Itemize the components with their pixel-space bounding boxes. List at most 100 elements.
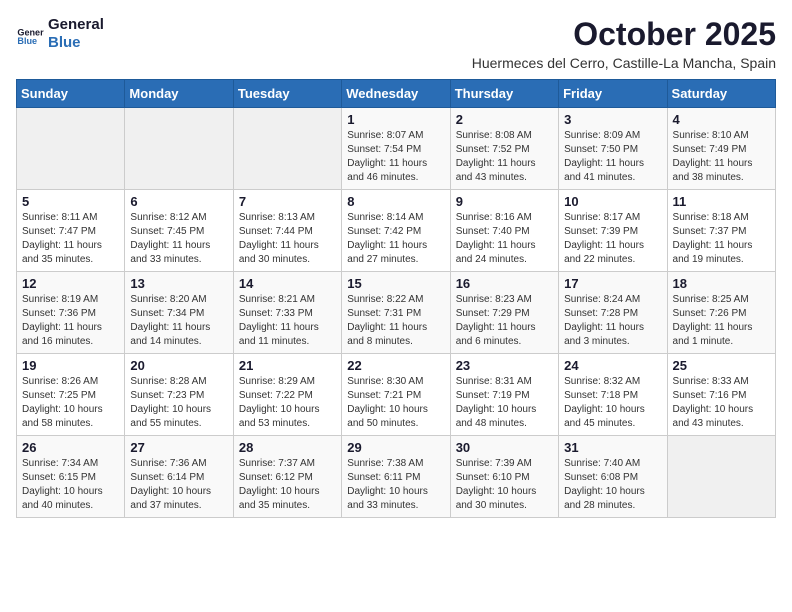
day-info: Sunrise: 8:26 AM Sunset: 7:25 PM Dayligh… xyxy=(22,375,119,431)
calendar-cell: 10 Sunrise: 8:17 AM Sunset: 7:39 PM Dayli… xyxy=(559,190,667,272)
calendar-cell xyxy=(125,108,233,190)
calendar-cell: 16Sunrise: 8:23 AM Sunset: 7:29 PM Dayli… xyxy=(450,272,558,354)
day-info: Sunrise: 7:37 AM Sunset: 6:12 PM Dayligh… xyxy=(239,457,336,513)
day-number: 3 xyxy=(564,112,661,127)
day-info: Sunrise: 8:16 AM Sunset: 7:40 PM Dayligh… xyxy=(456,211,553,267)
day-info: Sunrise: 8:10 AM Sunset: 7:49 PM Dayligh… xyxy=(673,129,770,185)
day-info: Sunrise: 8:18 AM Sunset: 7:37 PM Dayligh… xyxy=(673,211,770,267)
calendar-body: 1 Sunrise: 8:07 AM Sunset: 7:54 PM Daylig… xyxy=(17,108,776,518)
day-info: Sunrise: 8:09 AM Sunset: 7:50 PM Dayligh… xyxy=(564,129,661,185)
calendar-cell: 23 Sunrise: 8:31 AM Sunset: 7:19 PM Dayli… xyxy=(450,354,558,436)
day-info: Sunrise: 8:11 AM Sunset: 7:47 PM Dayligh… xyxy=(22,211,119,267)
day-info: Sunrise: 8:31 AM Sunset: 7:19 PM Dayligh… xyxy=(456,375,553,431)
day-info: Sunrise: 8:12 AM Sunset: 7:45 PM Dayligh… xyxy=(130,211,227,267)
calendar-cell: 3 Sunrise: 8:09 AM Sunset: 7:50 PM Daylig… xyxy=(559,108,667,190)
weekday-header-tuesday: Tuesday xyxy=(233,80,341,108)
weekday-header-monday: Monday xyxy=(125,80,233,108)
calendar-cell: 7 Sunrise: 8:13 AM Sunset: 7:44 PM Daylig… xyxy=(233,190,341,272)
day-info: Sunrise: 8:24 AM Sunset: 7:28 PM Dayligh… xyxy=(564,293,661,349)
title-block: October 2025 Huermeces del Cerro, Castil… xyxy=(472,16,776,71)
day-number: 28 xyxy=(239,440,336,455)
day-number: 15 xyxy=(347,276,444,291)
day-number: 5 xyxy=(22,194,119,209)
day-number: 24 xyxy=(564,358,661,373)
day-number: 21 xyxy=(239,358,336,373)
calendar-cell xyxy=(667,436,775,518)
day-number: 11 xyxy=(673,194,770,209)
weekday-header-friday: Friday xyxy=(559,80,667,108)
day-number: 26 xyxy=(22,440,119,455)
day-info: Sunrise: 8:21 AM Sunset: 7:33 PM Dayligh… xyxy=(239,293,336,349)
week-row-3: 19 Sunrise: 8:26 AM Sunset: 7:25 PM Dayli… xyxy=(17,354,776,436)
logo-general: General xyxy=(48,16,104,34)
day-number: 23 xyxy=(456,358,553,373)
weekday-header-thursday: Thursday xyxy=(450,80,558,108)
day-number: 13 xyxy=(130,276,227,291)
day-number: 22 xyxy=(347,358,444,373)
weekday-header-sunday: Sunday xyxy=(17,80,125,108)
week-row-0: 1 Sunrise: 8:07 AM Sunset: 7:54 PM Daylig… xyxy=(17,108,776,190)
day-info: Sunrise: 8:08 AM Sunset: 7:52 PM Dayligh… xyxy=(456,129,553,185)
week-row-1: 5 Sunrise: 8:11 AM Sunset: 7:47 PM Daylig… xyxy=(17,190,776,272)
calendar-cell xyxy=(17,108,125,190)
day-number: 4 xyxy=(673,112,770,127)
weekday-header-saturday: Saturday xyxy=(667,80,775,108)
day-info: Sunrise: 7:39 AM Sunset: 6:10 PM Dayligh… xyxy=(456,457,553,513)
day-number: 1 xyxy=(347,112,444,127)
day-info: Sunrise: 7:40 AM Sunset: 6:08 PM Dayligh… xyxy=(564,457,661,513)
svg-text:Blue: Blue xyxy=(17,36,37,46)
day-info: Sunrise: 8:20 AM Sunset: 7:34 PM Dayligh… xyxy=(130,293,227,349)
day-number: 6 xyxy=(130,194,227,209)
location-subtitle: Huermeces del Cerro, Castille-La Mancha,… xyxy=(472,55,776,71)
calendar-cell: 18 Sunrise: 8:25 AM Sunset: 7:26 PM Dayli… xyxy=(667,272,775,354)
day-number: 14 xyxy=(239,276,336,291)
page-header: General Blue General Blue October 2025 H… xyxy=(16,16,776,71)
day-number: 20 xyxy=(130,358,227,373)
logo-icon: General Blue xyxy=(16,20,44,48)
calendar-cell xyxy=(233,108,341,190)
calendar-cell: 19 Sunrise: 8:26 AM Sunset: 7:25 PM Dayli… xyxy=(17,354,125,436)
calendar-cell: 27Sunrise: 7:36 AM Sunset: 6:14 PM Dayli… xyxy=(125,436,233,518)
day-info: Sunrise: 8:32 AM Sunset: 7:18 PM Dayligh… xyxy=(564,375,661,431)
calendar-cell: 15 Sunrise: 8:22 AM Sunset: 7:31 PM Dayli… xyxy=(342,272,450,354)
calendar-cell: 8Sunrise: 8:14 AM Sunset: 7:42 PM Daylig… xyxy=(342,190,450,272)
day-info: Sunrise: 8:13 AM Sunset: 7:44 PM Dayligh… xyxy=(239,211,336,267)
weekday-header-row: SundayMondayTuesdayWednesdayThursdayFrid… xyxy=(17,80,776,108)
calendar-cell: 13 Sunrise: 8:20 AM Sunset: 7:34 PM Dayli… xyxy=(125,272,233,354)
day-info: Sunrise: 8:22 AM Sunset: 7:31 PM Dayligh… xyxy=(347,293,444,349)
day-number: 16 xyxy=(456,276,553,291)
calendar-cell: 6 Sunrise: 8:12 AM Sunset: 7:45 PM Daylig… xyxy=(125,190,233,272)
day-info: Sunrise: 8:33 AM Sunset: 7:16 PM Dayligh… xyxy=(673,375,770,431)
week-row-2: 12Sunrise: 8:19 AM Sunset: 7:36 PM Dayli… xyxy=(17,272,776,354)
day-number: 12 xyxy=(22,276,119,291)
day-number: 10 xyxy=(564,194,661,209)
calendar-cell: 12Sunrise: 8:19 AM Sunset: 7:36 PM Dayli… xyxy=(17,272,125,354)
calendar-cell: 9 Sunrise: 8:16 AM Sunset: 7:40 PM Daylig… xyxy=(450,190,558,272)
calendar-cell: 17 Sunrise: 8:24 AM Sunset: 7:28 PM Dayli… xyxy=(559,272,667,354)
week-row-4: 26 Sunrise: 7:34 AM Sunset: 6:15 PM Dayli… xyxy=(17,436,776,518)
calendar-cell: 2 Sunrise: 8:08 AM Sunset: 7:52 PM Daylig… xyxy=(450,108,558,190)
day-info: Sunrise: 8:29 AM Sunset: 7:22 PM Dayligh… xyxy=(239,375,336,431)
day-number: 9 xyxy=(456,194,553,209)
day-info: Sunrise: 8:25 AM Sunset: 7:26 PM Dayligh… xyxy=(673,293,770,349)
day-number: 25 xyxy=(673,358,770,373)
calendar-cell: 25 Sunrise: 8:33 AM Sunset: 7:16 PM Dayli… xyxy=(667,354,775,436)
calendar-cell: 4 Sunrise: 8:10 AM Sunset: 7:49 PM Daylig… xyxy=(667,108,775,190)
day-number: 31 xyxy=(564,440,661,455)
day-number: 17 xyxy=(564,276,661,291)
day-number: 19 xyxy=(22,358,119,373)
day-number: 30 xyxy=(456,440,553,455)
calendar-table: SundayMondayTuesdayWednesdayThursdayFrid… xyxy=(16,79,776,518)
calendar-cell: 30 Sunrise: 7:39 AM Sunset: 6:10 PM Dayli… xyxy=(450,436,558,518)
calendar-cell: 21 Sunrise: 8:29 AM Sunset: 7:22 PM Dayli… xyxy=(233,354,341,436)
day-info: Sunrise: 7:38 AM Sunset: 6:11 PM Dayligh… xyxy=(347,457,444,513)
logo-blue: Blue xyxy=(48,34,104,52)
calendar-cell: 28 Sunrise: 7:37 AM Sunset: 6:12 PM Dayli… xyxy=(233,436,341,518)
calendar-cell: 11 Sunrise: 8:18 AM Sunset: 7:37 PM Dayli… xyxy=(667,190,775,272)
day-number: 18 xyxy=(673,276,770,291)
day-number: 2 xyxy=(456,112,553,127)
day-info: Sunrise: 7:34 AM Sunset: 6:15 PM Dayligh… xyxy=(22,457,119,513)
day-info: Sunrise: 8:17 AM Sunset: 7:39 PM Dayligh… xyxy=(564,211,661,267)
day-number: 7 xyxy=(239,194,336,209)
day-info: Sunrise: 8:07 AM Sunset: 7:54 PM Dayligh… xyxy=(347,129,444,185)
